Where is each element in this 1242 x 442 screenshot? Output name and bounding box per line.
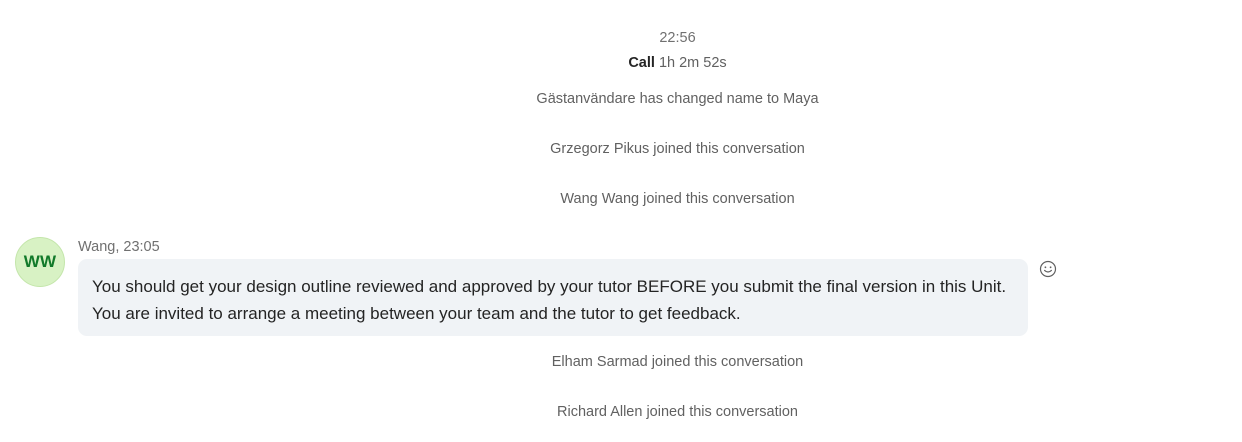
smiley-reaction-icon[interactable]: [1038, 259, 1058, 279]
system-event: Elham Sarmad joined this conversation: [551, 354, 804, 370]
message-meta: Wang, 23:05: [78, 239, 160, 255]
system-event: Grzegorz Pikus joined this conversation: [550, 141, 805, 157]
system-event: Gästanvändare has changed name to Maya: [536, 91, 819, 107]
system-event: Richard Allen joined this conversation: [557, 404, 798, 420]
call-label: Call: [628, 55, 655, 71]
call-summary: Call 1h 2m 52s: [0, 53, 1242, 73]
message-text-line: You should get your design outline revie…: [92, 277, 1007, 296]
timestamp: 22:56: [659, 30, 696, 46]
call-duration: 1h 2m 52s: [658, 55, 727, 71]
system-event: Wang Wang joined this conversation: [560, 191, 795, 207]
avatar[interactable]: WW: [15, 237, 65, 287]
message-bubble[interactable]: You should get your design outline revie…: [78, 259, 1028, 336]
message-text-line: You are invited to arrange a meeting bet…: [92, 304, 741, 323]
